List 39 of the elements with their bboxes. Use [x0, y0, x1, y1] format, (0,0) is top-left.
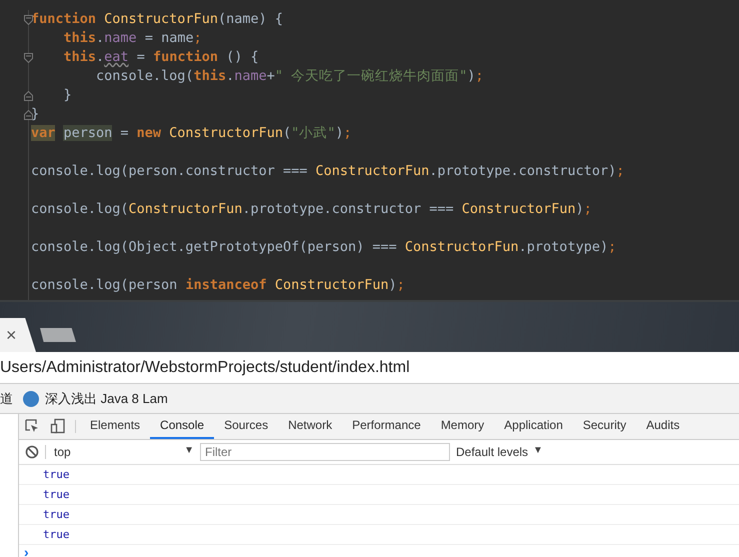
devtools-tab[interactable]: Memory [430, 414, 494, 439]
code-line: var person = new ConstructorFun("小武"); [31, 124, 352, 143]
code-line: console.log(ConstructorFun.prototype.constructor === ConstructorFun); [31, 200, 592, 219]
levels-dropdown[interactable]: Default levels ▼ [456, 444, 543, 459]
context-dropdown[interactable]: top ▼ [45, 444, 194, 459]
fold-icon[interactable] [24, 90, 33, 100]
fold-icon[interactable] [24, 52, 33, 62]
console-message: true [19, 525, 739, 545]
code-line: this.eat = function () { [62, 48, 259, 67]
devtools-tab[interactable]: Security [572, 414, 636, 439]
bookmark[interactable]: 深入浅出 Java 8 Lam [45, 390, 168, 408]
console-message: true [19, 465, 739, 485]
device-icon[interactable] [50, 418, 66, 434]
browser-tab[interactable]: × [0, 318, 36, 352]
code-line: console.log(this.name+" 今天吃了一碗红烧牛肉面面"); [95, 67, 484, 86]
console-message: true [19, 485, 739, 505]
filter-field[interactable]: Filter [200, 442, 450, 461]
code-line: this.name = name; [62, 29, 202, 48]
code-line: function ConstructorFun(name) { [31, 10, 283, 29]
code-line: } [62, 86, 72, 105]
console-prompt[interactable]: › [19, 545, 739, 557]
devtools-tab[interactable]: Audits [636, 414, 690, 439]
devtools-tab[interactable]: Elements [80, 414, 150, 439]
code-line: console.log(Object.getPrototypeOf(person) === ConstructorFun.prototype); [31, 238, 616, 257]
devtools-tab[interactable]: Performance [342, 414, 431, 439]
code-line: console.log(person.constructor === ConstructorFun.prototype.constructor); [31, 162, 624, 181]
clear-console-icon[interactable] [25, 444, 39, 459]
new-tab-button[interactable] [40, 328, 76, 342]
devtools-tab[interactable]: Application [494, 414, 573, 439]
devtools-tab[interactable]: Network [278, 414, 342, 439]
devtools-tab[interactable]: Sources [214, 414, 278, 439]
code-line: console.log(person instanceof ConstructorFun); [31, 276, 405, 295]
bookmark[interactable]: 道 [0, 390, 13, 408]
fold-icon[interactable] [24, 14, 33, 24]
inspect-icon[interactable] [24, 418, 40, 434]
console-message: true [19, 505, 739, 525]
devtools-tab[interactable]: Console [150, 414, 214, 439]
code-line: } [31, 105, 40, 124]
fold-icon[interactable] [24, 110, 33, 120]
